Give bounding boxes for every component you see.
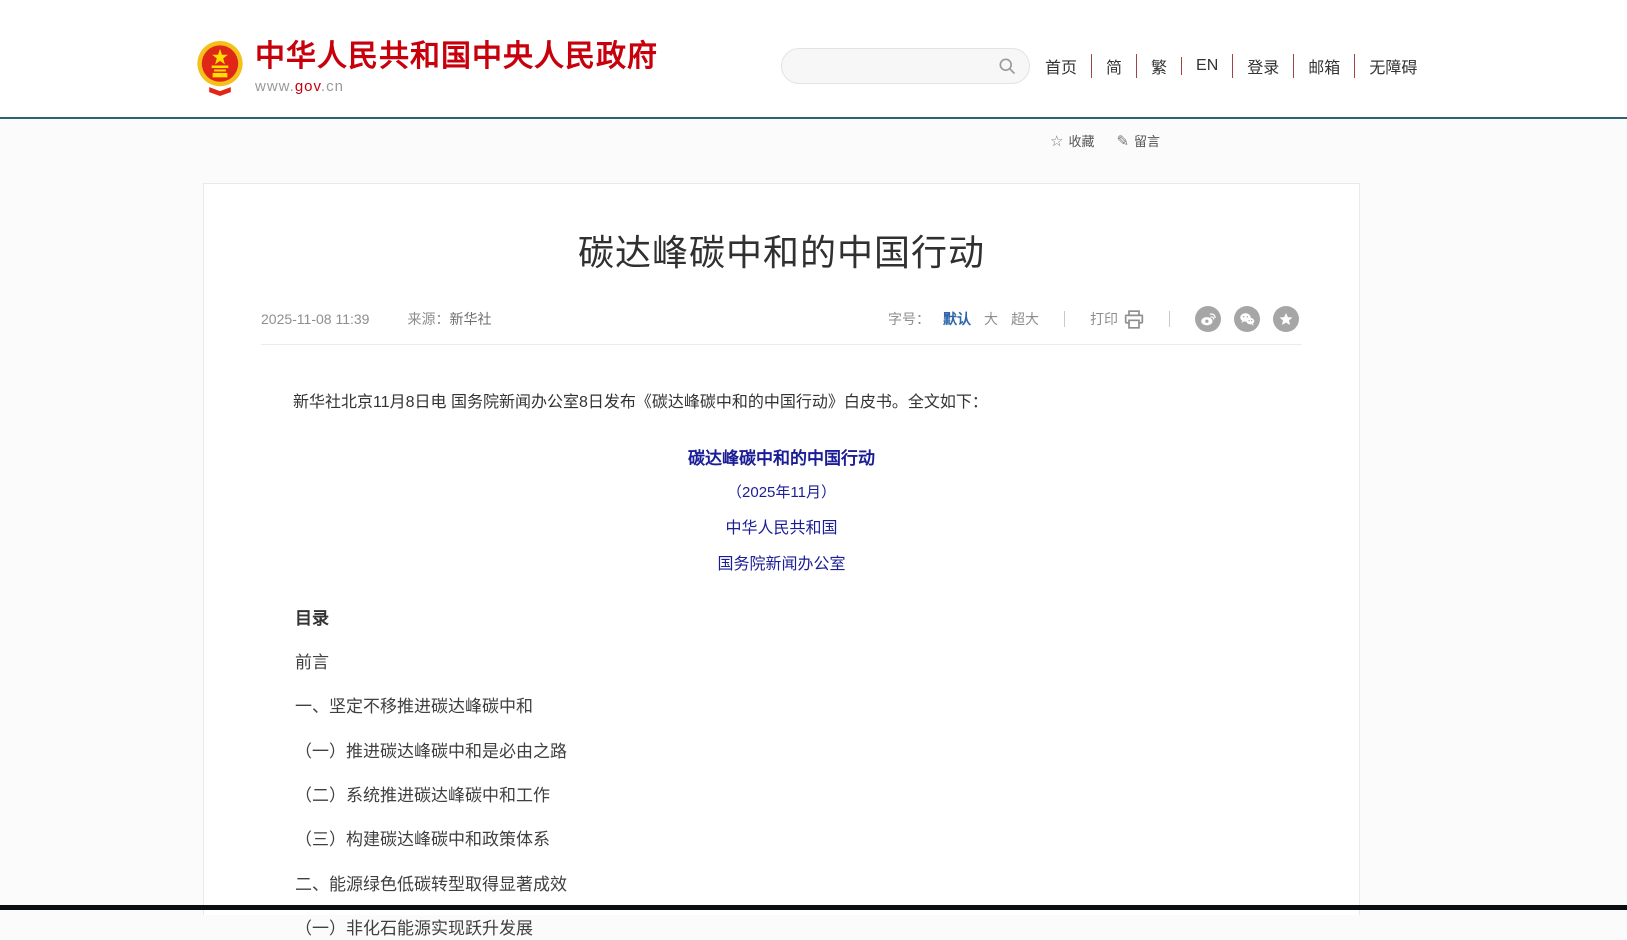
- search-input[interactable]: [794, 58, 997, 74]
- divider: [1064, 311, 1065, 327]
- share-wechat-button[interactable]: [1234, 306, 1260, 332]
- toc-item: （一）推进碳达峰碳中和是必由之路: [261, 742, 1302, 762]
- article-date: 2025-11-08 11:39: [261, 311, 369, 327]
- meta-right: 字号： 默认 大 超大 打印: [888, 306, 1299, 332]
- nav-item[interactable]: 邮箱: [1293, 54, 1340, 78]
- nav-item[interactable]: 首页: [1045, 54, 1077, 78]
- fontsize-xlarge-button[interactable]: 超大: [1011, 309, 1039, 329]
- site-url: www.gov.cn: [255, 78, 658, 95]
- lead-paragraph: 新华社北京11月8日电 国务院新闻办公室8日发布《碳达峰碳中和的中国行动》白皮书…: [261, 389, 1302, 418]
- star-share-icon: [1277, 310, 1295, 328]
- toc-item: 二、能源绿色低碳转型取得显著成效: [261, 875, 1302, 895]
- print-label: 打印: [1090, 309, 1118, 329]
- top-nav: 首页 简 繁 EN 登录 邮箱 无障碍: [1045, 48, 1417, 84]
- document-title: 碳达峰碳中和的中国行动: [261, 444, 1302, 469]
- meta-left: 2025-11-08 11:39 来源：新华社: [261, 309, 491, 329]
- article-source: 来源：新华社: [407, 309, 491, 329]
- print-button[interactable]: 打印: [1090, 309, 1144, 329]
- toc-heading: 目录: [261, 604, 1302, 629]
- weibo-icon: [1199, 310, 1217, 328]
- wechat-icon: [1238, 310, 1256, 328]
- toc-item: （一）非化石能源实现跃升发展: [261, 919, 1302, 939]
- search-box[interactable]: [781, 48, 1030, 84]
- site-title: 中华人民共和国中央人民政府: [255, 40, 658, 75]
- document-issuer-line1: 中华人民共和国: [261, 514, 1302, 538]
- article-card: 碳达峰碳中和的中国行动 2025-11-08 11:39 来源：新华社 字号： …: [203, 183, 1360, 915]
- toc-item: （二）系统推进碳达峰碳中和工作: [261, 786, 1302, 806]
- page-tools: ☆ 收藏 ✎ 留言: [1050, 131, 1160, 150]
- document-heading: 碳达峰碳中和的中国行动 （2025年11月） 中华人民共和国 国务院新闻办公室: [261, 444, 1302, 574]
- article-title: 碳达峰碳中和的中国行动: [204, 224, 1359, 276]
- site-header: 中华人民共和国中央人民政府 www.gov.cn 首页 简 繁 EN 登录 邮箱…: [0, 0, 1627, 119]
- nav-item[interactable]: EN: [1181, 57, 1218, 75]
- site-url-suffix: .cn: [321, 78, 344, 95]
- fontsize-label: 字号：: [888, 309, 930, 329]
- article-body: 新华社北京11月8日电 国务院新闻办公室8日发布《碳达峰碳中和的中国行动》白皮书…: [204, 345, 1359, 940]
- document-issuer-line2: 国务院新闻办公室: [261, 550, 1302, 574]
- toc-item: （三）构建碳达峰碳中和政策体系: [261, 830, 1302, 850]
- favorite-button[interactable]: ☆ 收藏: [1050, 131, 1094, 150]
- message-label: 留言: [1134, 131, 1160, 150]
- star-icon: ☆: [1050, 132, 1063, 150]
- bottom-edge-bar: [0, 905, 1627, 910]
- pencil-icon: ✎: [1116, 132, 1129, 150]
- fontsize-default-button[interactable]: 默认: [943, 309, 971, 329]
- nav-item[interactable]: 繁: [1136, 54, 1167, 78]
- source-name: 新华社: [449, 311, 491, 327]
- nav-item[interactable]: 无障碍: [1354, 54, 1417, 78]
- printer-icon: [1124, 310, 1144, 329]
- toc-list: 前言 一、坚定不移推进碳达峰碳中和 （一）推进碳达峰碳中和是必由之路 （二）系统…: [261, 653, 1302, 940]
- article-meta-row: 2025-11-08 11:39 来源：新华社 字号： 默认 大 超大 打印: [261, 306, 1299, 332]
- site-logo-group[interactable]: 中华人民共和国中央人民政府 www.gov.cn: [195, 40, 658, 98]
- source-label: 来源：: [407, 311, 449, 327]
- site-url-prefix: www.: [255, 78, 295, 95]
- national-emblem-icon: [195, 40, 245, 98]
- nav-item[interactable]: 登录: [1232, 54, 1279, 78]
- divider: [1169, 311, 1170, 327]
- message-button[interactable]: ✎ 留言: [1116, 131, 1160, 150]
- fontsize-large-button[interactable]: 大: [984, 309, 998, 329]
- site-url-domain: gov: [295, 78, 321, 95]
- favorite-label: 收藏: [1068, 131, 1094, 150]
- share-weibo-button[interactable]: [1195, 306, 1221, 332]
- document-date: （2025年11月）: [261, 481, 1302, 502]
- share-qzone-button[interactable]: [1273, 306, 1299, 332]
- nav-item[interactable]: 简: [1091, 54, 1122, 78]
- toc-item: 一、坚定不移推进碳达峰碳中和: [261, 697, 1302, 717]
- toc-item: 前言: [261, 653, 1302, 673]
- search-icon[interactable]: [997, 56, 1017, 76]
